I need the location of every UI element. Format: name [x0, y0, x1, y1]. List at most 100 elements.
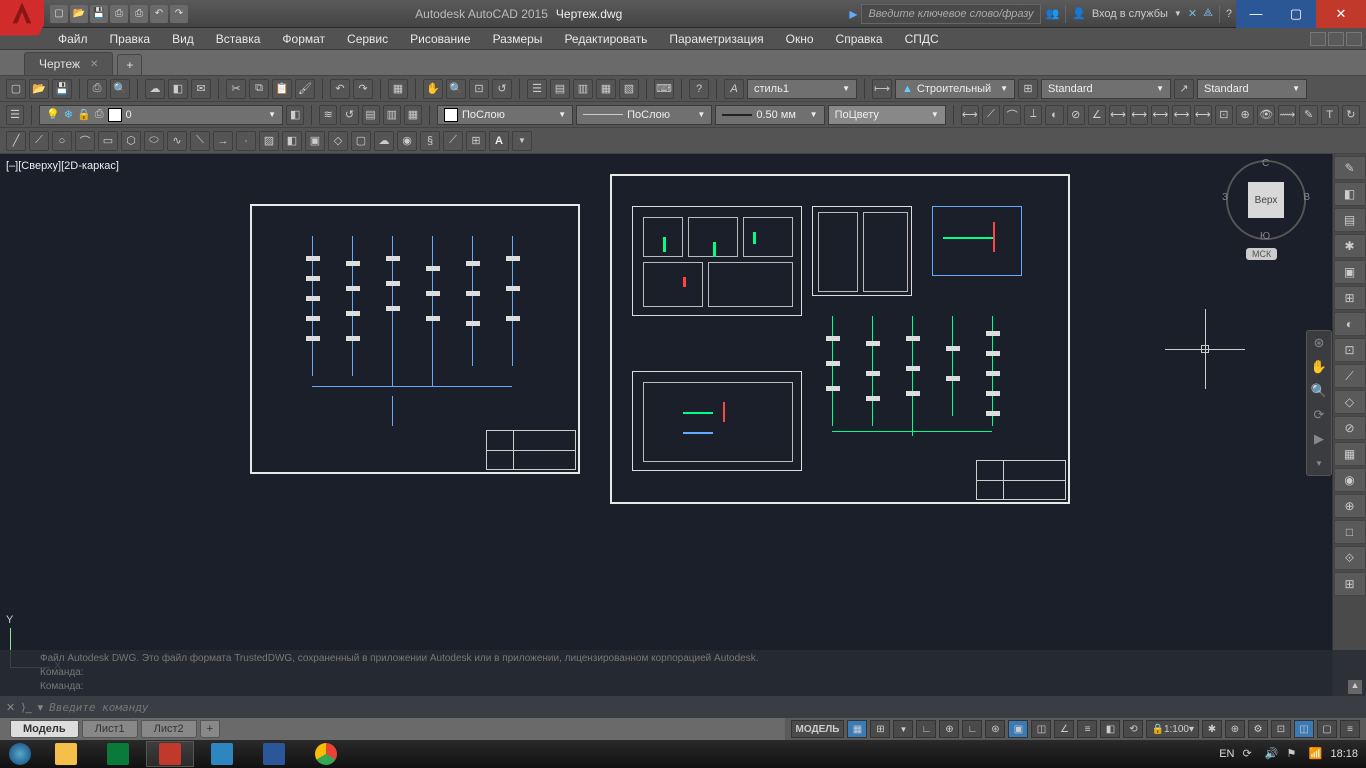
- sb-annomonitor-icon[interactable]: ✱: [1202, 720, 1222, 738]
- menu-draw[interactable]: Рисование: [400, 28, 480, 49]
- layer-make-icon[interactable]: ◧: [286, 105, 304, 125]
- doc-minimize-button[interactable]: [1310, 32, 1326, 46]
- maximize-button[interactable]: ▢: [1276, 0, 1316, 28]
- taskbar-explorer[interactable]: [42, 741, 90, 767]
- text-style-icon[interactable]: A: [724, 79, 744, 99]
- zoom-win-icon[interactable]: ⊡: [469, 79, 489, 99]
- cmd-handle-icon[interactable]: ⟩_: [21, 701, 31, 714]
- palette-tool5-icon[interactable]: ▣: [1334, 260, 1366, 284]
- viewport-label[interactable]: [–][Сверху][2D-каркас]: [6, 160, 119, 172]
- sb-menu-icon[interactable]: ▼: [893, 720, 913, 738]
- signin-button[interactable]: Вход в службы: [1092, 8, 1168, 20]
- dim-ordinate-icon[interactable]: ⟘: [1024, 105, 1042, 125]
- nav-wheel-icon[interactable]: ⊛: [1307, 331, 1331, 355]
- pan-icon[interactable]: ✋: [423, 79, 443, 99]
- dim-radius-icon[interactable]: ◐: [1045, 105, 1063, 125]
- app-menu-button[interactable]: [0, 0, 44, 36]
- file-tab-new[interactable]: +: [117, 54, 142, 75]
- start-button[interactable]: [0, 740, 40, 768]
- drawing-area[interactable]: [–][Сверху][2D-каркас]: [0, 154, 1332, 696]
- layout-tab-2[interactable]: Лист2: [141, 720, 197, 738]
- menu-modify[interactable]: Редактировать: [554, 28, 657, 49]
- 3ddwf-icon[interactable]: ◧: [168, 79, 188, 99]
- dim-style-dropdown[interactable]: ▲Строительный▼: [895, 79, 1015, 99]
- tolerance-icon[interactable]: ⊡: [1215, 105, 1233, 125]
- sb-custom-icon[interactable]: ≡: [1340, 720, 1360, 738]
- region-icon[interactable]: ▣: [305, 131, 325, 151]
- taskbar-word[interactable]: [250, 741, 298, 767]
- sb-iso-icon[interactable]: ◫: [1294, 720, 1314, 738]
- command-line[interactable]: ✕ ⟩_ ▾: [0, 696, 1366, 718]
- file-tab-close-icon[interactable]: ✕: [90, 59, 98, 70]
- table-style-icon[interactable]: ⊞: [1018, 79, 1038, 99]
- palette-tool17-icon[interactable]: ⊞: [1334, 572, 1366, 596]
- taskbar-autocad[interactable]: [146, 741, 194, 767]
- plotstyle-dropdown[interactable]: ПоЦвету▼: [828, 105, 946, 125]
- calc-icon[interactable]: ⌨: [654, 79, 674, 99]
- cut-icon[interactable]: ✂: [226, 79, 246, 99]
- layeriso-icon[interactable]: ▥: [383, 105, 401, 125]
- infocenter-search[interactable]: Введите ключевое слово/фразу: [861, 4, 1041, 24]
- dim-quick-icon[interactable]: ⟷: [1109, 105, 1127, 125]
- preview-icon[interactable]: 🔍: [110, 79, 130, 99]
- palette-tool16-icon[interactable]: ⟐: [1334, 546, 1366, 570]
- cmd-close-icon[interactable]: ✕: [6, 701, 15, 714]
- properties-icon[interactable]: ☰: [527, 79, 547, 99]
- a360-icon[interactable]: 👥: [1045, 7, 1059, 20]
- qat-undo-icon[interactable]: ↶: [150, 5, 168, 23]
- palette-tool6-icon[interactable]: ⊞: [1334, 286, 1366, 310]
- palette-tool10-icon[interactable]: ◇: [1334, 390, 1366, 414]
- boundary-icon[interactable]: ◇: [328, 131, 348, 151]
- palette-tool11-icon[interactable]: ⊘: [1334, 416, 1366, 440]
- circle-icon[interactable]: ○: [52, 131, 72, 151]
- text-style-dropdown[interactable]: стиль1▼: [747, 79, 857, 99]
- layer-prop-icon[interactable]: ☰: [6, 105, 24, 125]
- sb-model-button[interactable]: МОДЕЛЬ: [791, 720, 845, 738]
- zoom-prev-icon[interactable]: ↺: [492, 79, 512, 99]
- mtext-arrow-icon[interactable]: ▼: [512, 131, 532, 151]
- sb-clean-icon[interactable]: ▢: [1317, 720, 1337, 738]
- qat-redo-icon[interactable]: ↷: [170, 5, 188, 23]
- sb-scale-button[interactable]: 🔒1:100▾: [1146, 720, 1199, 738]
- layermatch-icon[interactable]: ≋: [319, 105, 337, 125]
- nav-zoom-icon[interactable]: 🔍: [1307, 379, 1331, 403]
- copy-icon[interactable]: ⧉: [249, 79, 269, 99]
- nav-pan-icon[interactable]: ✋: [1307, 355, 1331, 379]
- publish-icon[interactable]: ☁: [145, 79, 165, 99]
- menu-file[interactable]: Файл: [48, 28, 98, 49]
- palette-pencil-icon[interactable]: ✎: [1334, 156, 1366, 180]
- plot-icon[interactable]: ⎙: [87, 79, 107, 99]
- dim-space-icon[interactable]: ⟷: [1172, 105, 1190, 125]
- arc-icon[interactable]: ⌒: [75, 131, 95, 151]
- sb-ws-icon[interactable]: ⚙: [1248, 720, 1268, 738]
- layout-tab-add[interactable]: +: [200, 720, 220, 738]
- dim-update-icon[interactable]: ↻: [1342, 105, 1360, 125]
- linetype-dropdown[interactable]: ПоСлою▼: [576, 105, 712, 125]
- mleader-style-icon[interactable]: ↗: [1174, 79, 1194, 99]
- command-input[interactable]: [49, 701, 349, 714]
- layeruniso-icon[interactable]: ▦: [404, 105, 422, 125]
- qat-open-icon[interactable]: 📂: [70, 5, 88, 23]
- taskbar-app2[interactable]: [94, 741, 142, 767]
- open-icon[interactable]: 📂: [29, 79, 49, 99]
- taskbar-chrome[interactable]: [302, 741, 350, 767]
- sb-polar-icon[interactable]: ⊛: [985, 720, 1005, 738]
- hatch-icon[interactable]: ▨: [259, 131, 279, 151]
- line-icon[interactable]: ╱: [6, 131, 26, 151]
- layerprev-icon[interactable]: ↺: [340, 105, 358, 125]
- sb-infer-icon[interactable]: ∟: [916, 720, 936, 738]
- dim-style-icon[interactable]: ⟼: [872, 79, 892, 99]
- helix-icon[interactable]: §: [420, 131, 440, 151]
- spline-icon[interactable]: ∿: [167, 131, 187, 151]
- dim-jogged-icon[interactable]: ⟿: [1278, 105, 1296, 125]
- wipeout-icon[interactable]: ▢: [351, 131, 371, 151]
- nav-more-icon[interactable]: ▼: [1307, 451, 1331, 475]
- close-button[interactable]: ✕: [1316, 0, 1366, 28]
- qat-save-icon[interactable]: 💾: [90, 5, 108, 23]
- xline-icon[interactable]: ⟍: [190, 131, 210, 151]
- qat-plot-icon[interactable]: ⎙: [130, 5, 148, 23]
- palette-tool14-icon[interactable]: ⊕: [1334, 494, 1366, 518]
- palette-tool12-icon[interactable]: ▦: [1334, 442, 1366, 466]
- minimize-button[interactable]: —: [1236, 0, 1276, 28]
- tray-flag-icon[interactable]: ⚑: [1286, 747, 1300, 761]
